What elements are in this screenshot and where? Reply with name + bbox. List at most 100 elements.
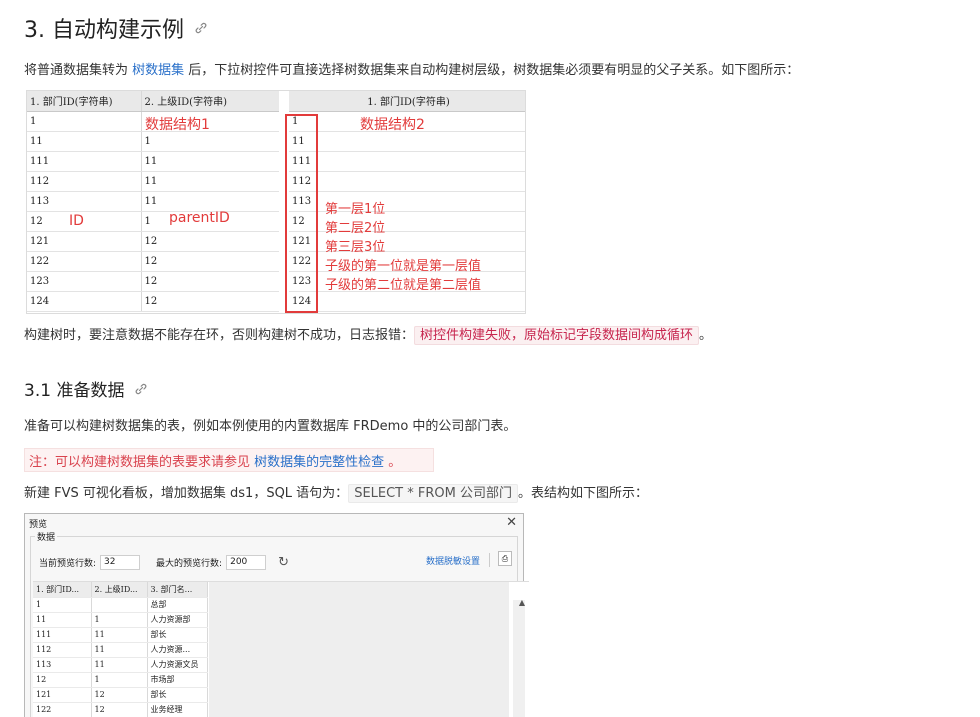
- anchor-link-icon[interactable]: [194, 21, 208, 35]
- desensitize-settings-link[interactable]: 数据脱敏设置: [426, 554, 480, 567]
- table-cell: 市场部: [147, 672, 208, 688]
- table-row: 121 12 部长: [33, 687, 208, 703]
- toolbar-divider: [489, 553, 490, 567]
- dept-id-cell: 123: [27, 271, 142, 292]
- max-rows-input[interactable]: 200: [226, 555, 267, 570]
- dept-id-cell: 124: [289, 291, 525, 312]
- table-cell: 1: [91, 672, 148, 688]
- table-cell: 122: [33, 702, 92, 717]
- tree-dataset-link[interactable]: 树数据集: [132, 63, 184, 78]
- table-cell: 部长: [147, 627, 208, 643]
- parent-id-cell: 12: [141, 231, 279, 252]
- dept-id-cell: 121: [27, 231, 142, 252]
- column-header: 2. 上级ID(字符串): [141, 91, 279, 112]
- table-row: 124 12: [27, 291, 279, 312]
- table-cell: 111: [33, 627, 92, 643]
- dept-id-cell: 11: [27, 131, 142, 152]
- table-cell: 121: [33, 687, 92, 703]
- column-header: 1. 部门ID(字符串): [27, 91, 142, 112]
- table-row: 1 总部: [33, 597, 208, 613]
- error-code: 树控件构建失败，原始标记字段数据间构成循环: [414, 326, 700, 345]
- dept-id-cell: 112: [27, 171, 142, 192]
- column-header: 1. 部门ID(字符串): [289, 91, 525, 112]
- parent-id-cell: 11: [141, 171, 279, 192]
- intro-text: 将普通数据集转为: [24, 63, 133, 78]
- table-row: 113 11 人力资源文员: [33, 657, 208, 673]
- table-cell: 11: [91, 642, 148, 658]
- dept-id-cell: 112: [289, 171, 525, 192]
- table-row: 122 12 业务经理: [33, 702, 208, 717]
- vertical-scrollbar[interactable]: [513, 600, 525, 717]
- tree-structure-figure: 1. 部门ID(字符串) 2. 上级ID(字符串) 1 11 1 111 11 11…: [26, 90, 526, 314]
- column-header[interactable]: 2. 上级ID...: [91, 582, 148, 598]
- preview-controls: 当前预览行数: 32 最大的预览行数: 200 ↻: [39, 555, 289, 570]
- table-row: 122 12: [27, 251, 279, 272]
- table-cell: 部长: [147, 687, 208, 703]
- subsection-title-text: 3.1 准备数据: [24, 381, 125, 401]
- warning-text: 构建树时，要注意数据不能存在环，否则构建树不成功，日志报错：: [24, 328, 415, 343]
- table-row: 121 12: [27, 231, 279, 252]
- dialog-title: 预览: [29, 520, 48, 530]
- table-cell: 业务经理: [147, 702, 208, 717]
- table-cell: 人力资源部: [147, 612, 208, 628]
- table-header-row: 1. 部门ID... 2. 上级ID... 3. 部门名...: [33, 582, 208, 598]
- highlight-box: [285, 114, 318, 313]
- sql-code: SELECT * FROM 公司部门: [348, 484, 518, 503]
- section-title-text: 3. 自动构建示例: [24, 18, 184, 43]
- intro-paragraph: 将普通数据集转为 树数据集 后，下拉树控件可直接选择树数据集来自动构建树层级，树…: [24, 61, 799, 81]
- table-row: 112 11: [27, 171, 279, 192]
- table-row: 111 11: [27, 151, 279, 172]
- table-header-row: 1. 部门ID(字符串) 2. 上级ID(字符串): [27, 91, 279, 112]
- table-row: 11: [289, 131, 525, 152]
- table-row: 121: [27, 211, 279, 232]
- column-header[interactable]: 1. 部门ID...: [33, 582, 92, 598]
- table-row: 124: [289, 291, 525, 312]
- preview-grid: 1. 部门ID... 2. 上级ID... 3. 部门名... 1 总部 11 1 人…: [33, 582, 208, 717]
- dept-id-cell: 113: [27, 191, 142, 212]
- note-text-after: 。: [384, 455, 402, 470]
- dept-id-cell: 111: [289, 151, 525, 172]
- current-rows-input[interactable]: 32: [100, 555, 141, 570]
- table-row: 112: [289, 171, 525, 192]
- anchor-link-icon[interactable]: [134, 382, 148, 396]
- parent-id-cell: 12: [141, 291, 279, 312]
- table-cell: 12: [91, 687, 148, 703]
- table-cell: 112: [33, 642, 92, 658]
- table-cell: 11: [91, 657, 148, 673]
- table-cell: 12: [91, 702, 148, 717]
- group-label: 数据: [35, 530, 58, 543]
- note-callout: 注：可以构建树数据集的表要求请参见 树数据集的完整性检查 。: [24, 448, 434, 472]
- close-icon[interactable]: ✕: [506, 515, 517, 530]
- dept-id-cell: 12: [27, 211, 142, 232]
- annotation-level2: 第二层2位: [325, 221, 386, 236]
- annotation-level1: 第一层1位: [325, 202, 386, 217]
- table-cell: 12: [33, 672, 92, 688]
- empty-area: [209, 582, 509, 717]
- section-title: 3. 自动构建示例: [24, 12, 208, 44]
- table-cell: 11: [33, 612, 92, 628]
- preview-dialog: 预览 ✕ 数据 当前预览行数: 32 最大的预览行数: 200 ↻ 数据脱敏设置…: [24, 513, 529, 717]
- dept-id-cell: 124: [27, 291, 142, 312]
- table-cell: 1: [33, 597, 92, 613]
- table-row: 123 12: [27, 271, 279, 292]
- annotation-level3: 第三层3位: [325, 240, 386, 255]
- table-row: 111: [289, 151, 525, 172]
- table-row: 12 1 市场部: [33, 672, 208, 688]
- table-cell: 11: [91, 627, 148, 643]
- preview-table: ▲ 1. 部门ID... 2. 上级ID... 3. 部门名... 1 总部 11…: [33, 581, 529, 717]
- annotation-parent-id: parentID: [169, 210, 230, 226]
- parent-id-cell: 11: [141, 191, 279, 212]
- annotation-structure1: 数据结构1: [145, 117, 210, 133]
- column-header[interactable]: 3. 部门名...: [147, 582, 208, 598]
- data-group: 数据 当前预览行数: 32 最大的预览行数: 200 ↻ 数据脱敏设置 ⎙ ▲ …: [30, 530, 529, 717]
- scroll-up-icon[interactable]: ▲: [519, 598, 525, 607]
- loop-warning-paragraph: 构建树时，要注意数据不能存在环，否则构建树不成功，日志报错： 树控件构建失败，原始…: [24, 326, 712, 346]
- note-text: 注：可以构建树数据集的表要求请参见: [29, 455, 255, 470]
- annotation-id: ID: [69, 213, 84, 229]
- integrity-check-link[interactable]: 树数据集的完整性检查: [254, 455, 384, 470]
- create-paragraph: 新建 FVS 可视化看板，增加数据集 ds1，SQL 语句为： SELECT * …: [24, 484, 648, 504]
- annotation-child2: 子级的第二位就是第二层值: [325, 278, 482, 293]
- refresh-icon[interactable]: ↻: [278, 555, 289, 570]
- export-icon[interactable]: ⎙: [498, 551, 512, 566]
- table-row: 113 11: [27, 191, 279, 212]
